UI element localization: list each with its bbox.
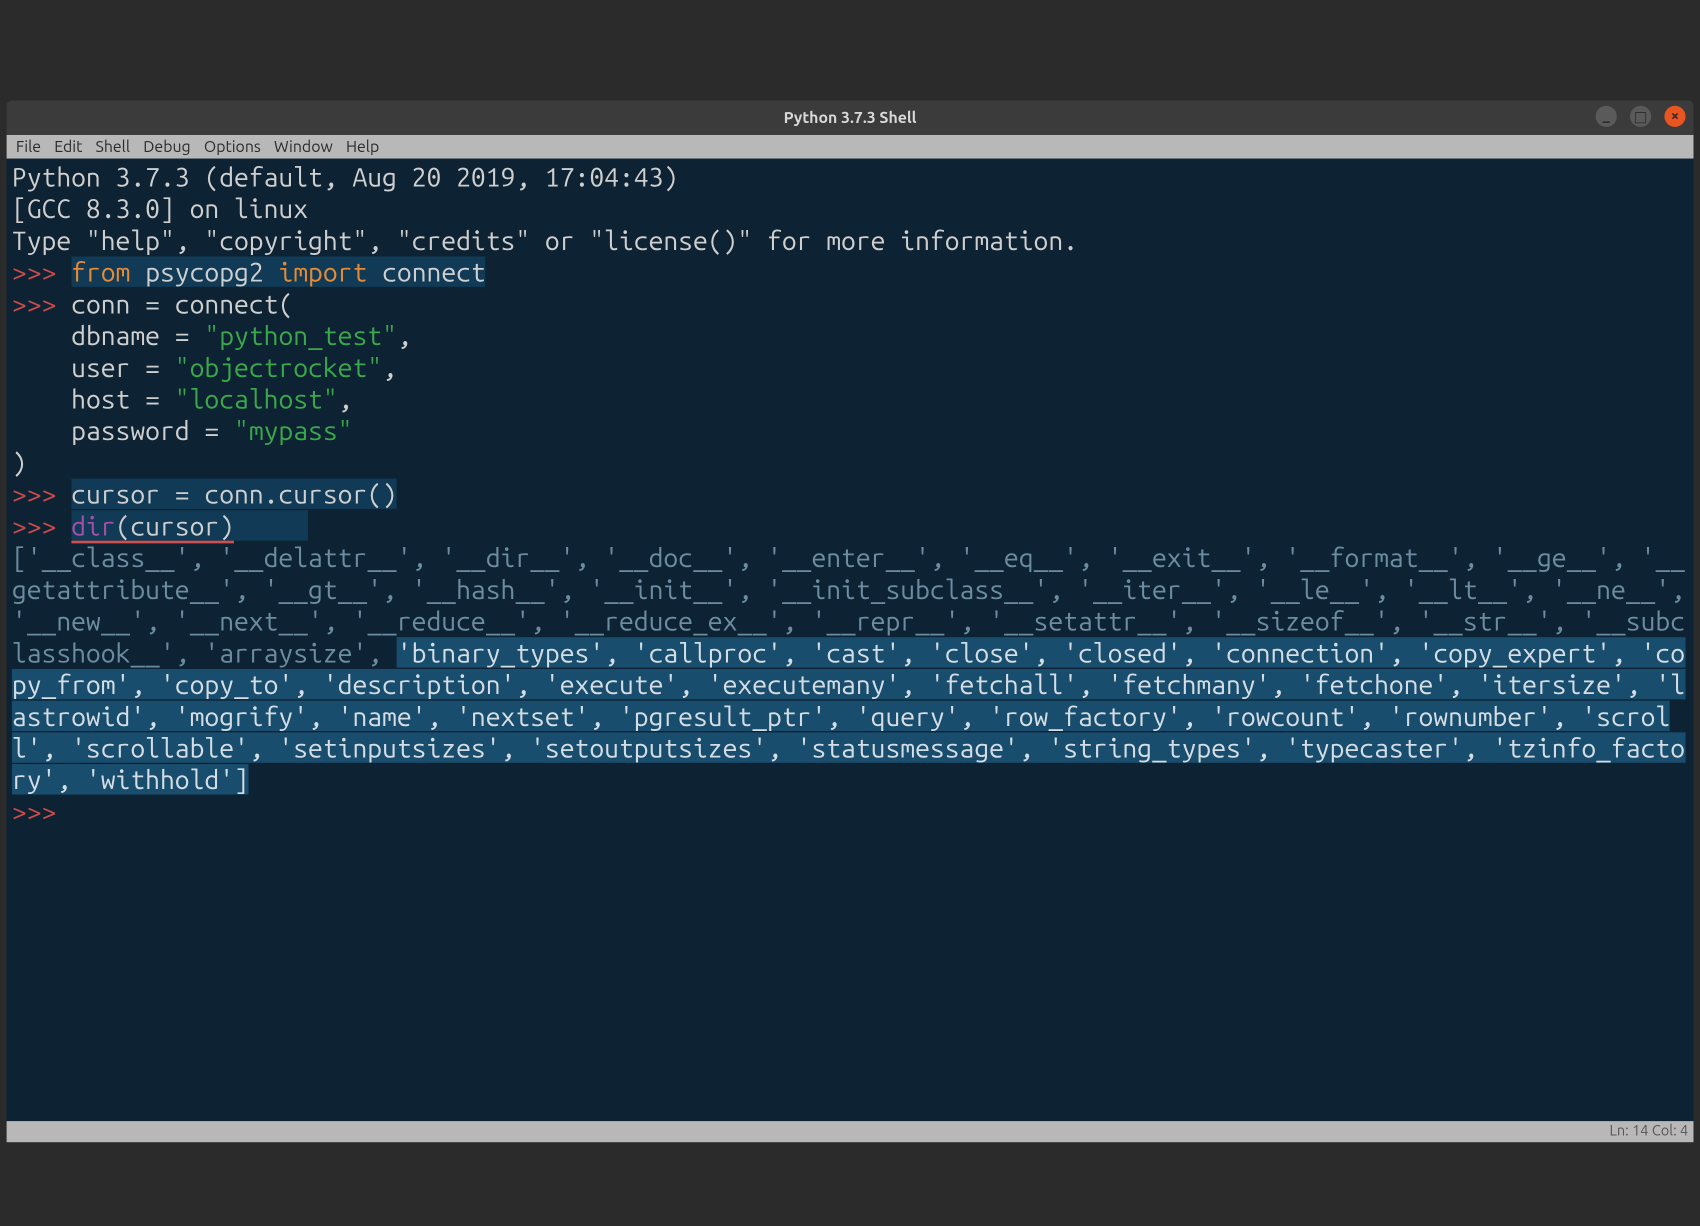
- statusbar: Ln: 14 Col: 4: [7, 1121, 1694, 1142]
- code-line: dbname = "python_test",: [12, 320, 412, 350]
- code-line: from psycopg2 import connect: [71, 256, 486, 286]
- menu-window[interactable]: Window: [270, 138, 337, 155]
- menubar: File Edit Shell Debug Options Window Hel…: [7, 135, 1694, 159]
- maximize-button[interactable]: □: [1630, 106, 1651, 127]
- code-line: cursor = conn.cursor(): [71, 479, 397, 509]
- code-line: user = "objectrocket",: [12, 352, 397, 382]
- prompt: >>>: [12, 288, 71, 318]
- cursor-position: Ln: 14 Col: 4: [1609, 1124, 1688, 1140]
- menu-debug[interactable]: Debug: [139, 138, 194, 155]
- code-line: host = "localhost",: [12, 383, 353, 413]
- idle-window: Python 3.7.3 Shell _ □ × File Edit Shell…: [7, 100, 1694, 1142]
- prompt: >>>: [12, 510, 71, 540]
- code-line: conn = connect(: [71, 288, 293, 318]
- menu-options[interactable]: Options: [200, 138, 265, 155]
- code-line: dir(cursor): [71, 510, 308, 540]
- window-title: Python 3.7.3 Shell: [784, 109, 917, 126]
- banner-line: Type "help", "copyright", "credits" or "…: [12, 225, 1078, 255]
- code-line: password = "mypass": [12, 415, 353, 445]
- minimize-button[interactable]: _: [1596, 106, 1617, 127]
- menu-help[interactable]: Help: [342, 138, 383, 155]
- code-line: ): [12, 447, 27, 477]
- titlebar[interactable]: Python 3.7.3 Shell _ □ ×: [7, 100, 1694, 134]
- menu-shell[interactable]: Shell: [92, 138, 134, 155]
- menu-edit[interactable]: Edit: [50, 138, 86, 155]
- prompt: >>>: [12, 256, 71, 286]
- banner-line: Python 3.7.3 (default, Aug 20 2019, 17:0…: [12, 161, 693, 191]
- prompt: >>>: [12, 479, 71, 509]
- prompt: >>>: [12, 796, 71, 826]
- close-button[interactable]: ×: [1664, 106, 1685, 127]
- menu-file[interactable]: File: [12, 138, 45, 155]
- banner-line: [GCC 8.3.0] on linux: [12, 193, 308, 223]
- shell-text-area[interactable]: Python 3.7.3 (default, Aug 20 2019, 17:0…: [7, 159, 1694, 1121]
